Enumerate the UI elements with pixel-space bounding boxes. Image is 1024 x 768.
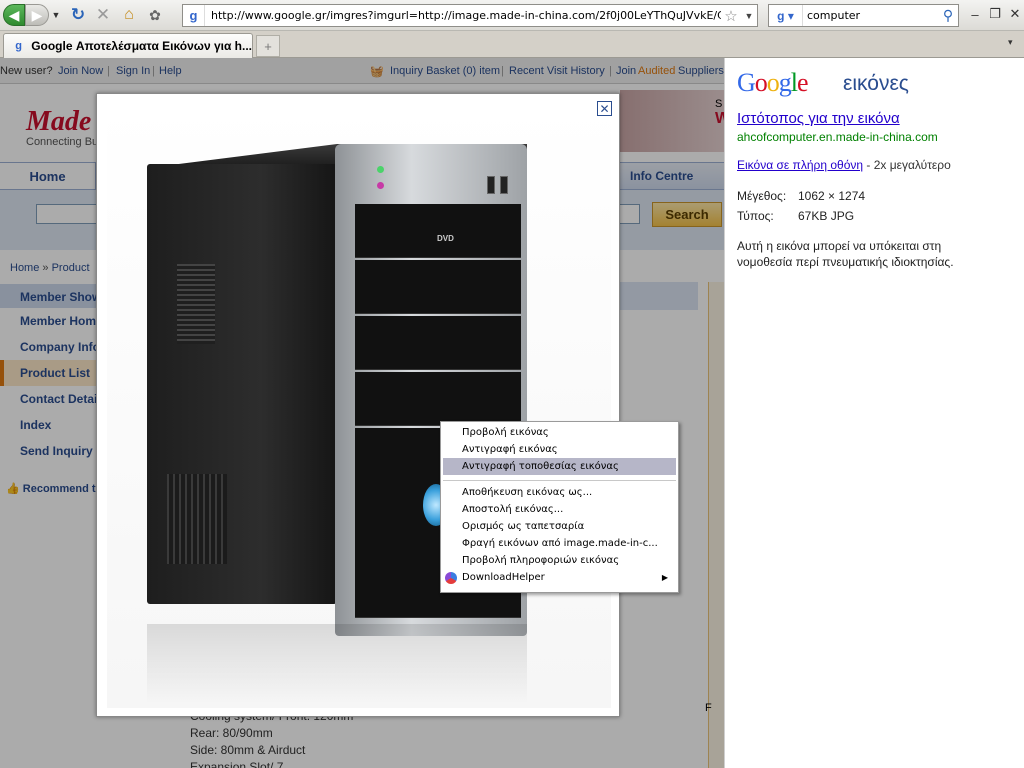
menu-item-copy-image-location[interactable]: Αντιγραφή τοποθεσίας εικόνας bbox=[443, 458, 676, 475]
address-bar[interactable]: g http://www.google.gr/imgres?imgurl=htt… bbox=[182, 4, 758, 27]
image-size-row: Μέγεθος: 1062 × 1274 bbox=[737, 189, 865, 203]
source-site-link[interactable]: Ιστότοπος για την εικόνα bbox=[737, 110, 900, 127]
bookmark-star-icon[interactable]: ☆ bbox=[721, 7, 741, 25]
menu-separator bbox=[443, 480, 676, 481]
tab-google-images[interactable]: g Google Αποτελέσματα Εικόνων για h... bbox=[3, 33, 253, 58]
menu-item-view-image[interactable]: Προβολή εικόνας bbox=[441, 424, 678, 441]
home-icon[interactable]: ⌂ bbox=[118, 4, 140, 26]
source-domain: ahcofcomputer.en.made-in-china.com bbox=[737, 130, 938, 144]
reload-icon[interactable]: ↻ bbox=[68, 4, 88, 26]
google-favicon-icon: g bbox=[15, 40, 22, 52]
type-label: Τύπος: bbox=[737, 209, 774, 223]
menu-item-view-image-info[interactable]: Προβολή πληροφοριών εικόνας bbox=[441, 552, 678, 569]
downloadhelper-icon bbox=[445, 572, 457, 584]
tab-list-icon[interactable]: ▾ bbox=[1008, 37, 1022, 53]
context-menu: Προβολή εικόνας Αντιγραφή εικόνας Αντιγρ… bbox=[440, 421, 679, 593]
google-image-info-pane: Google εικόνες Ιστότοπος για την εικόνα … bbox=[724, 58, 1024, 768]
google-images-label: εικόνες bbox=[843, 72, 909, 95]
dvd-logo: DVD bbox=[437, 234, 454, 243]
type-value: 67KB JPG bbox=[798, 209, 855, 223]
addon-icon[interactable]: ✿ bbox=[145, 4, 165, 26]
search-engine-icon[interactable]: g ▾ bbox=[769, 5, 803, 26]
image-lightbox: DVD ✕ bbox=[96, 93, 620, 717]
menu-item-block-images[interactable]: Φραγή εικόνων από image.made-in-c... bbox=[441, 535, 678, 552]
magnifier-icon[interactable]: ⚲ bbox=[938, 7, 958, 24]
submenu-arrow-icon: ▶ bbox=[661, 573, 668, 582]
fullscreen-image-link[interactable]: Εικόνα σε πλήρη οθόνη bbox=[737, 158, 863, 172]
computer-case-photo[interactable]: DVD bbox=[107, 104, 611, 708]
history-dropdown-icon[interactable]: ▼ bbox=[50, 4, 62, 26]
url-dropdown-icon[interactable]: ▼ bbox=[741, 11, 757, 21]
tab-title: Google Αποτελέσματα Εικόνων για h... bbox=[31, 39, 252, 53]
size-label: Μέγεθος: bbox=[737, 189, 787, 203]
restore-icon[interactable]: ❐ bbox=[986, 5, 1004, 23]
search-bar[interactable]: g ▾ computer ⚲ bbox=[768, 4, 959, 27]
stop-icon[interactable]: ✕ bbox=[93, 4, 113, 26]
search-input[interactable]: computer bbox=[803, 9, 938, 22]
google-logo[interactable]: Google bbox=[737, 68, 809, 98]
fullscreen-row: Εικόνα σε πλήρη οθόνη - 2x μεγαλύτερο bbox=[737, 158, 951, 172]
site-favicon-icon: g bbox=[183, 5, 205, 26]
forward-arrow-icon[interactable]: ▶ bbox=[25, 4, 49, 26]
image-type-row: Τύπος: 67KB JPG bbox=[737, 209, 854, 223]
size-value: 1062 × 1274 bbox=[798, 189, 866, 203]
menu-item-send-image[interactable]: Αποστολή εικόνας... bbox=[441, 501, 678, 518]
new-tab-icon[interactable]: + bbox=[256, 35, 280, 57]
menu-item-copy-image[interactable]: Αντιγραφή εικόνας bbox=[441, 441, 678, 458]
menu-item-save-image-as[interactable]: Αποθήκευση εικόνας ως... bbox=[441, 484, 678, 501]
close-window-icon[interactable]: ✕ bbox=[1006, 5, 1024, 23]
close-icon[interactable]: ✕ bbox=[597, 101, 612, 116]
url-text[interactable]: http://www.google.gr/imgres?imgurl=http:… bbox=[205, 9, 721, 22]
tab-bar: g Google Αποτελέσματα Εικόνων για h... +… bbox=[0, 31, 1024, 58]
copyright-notice: Αυτή η εικόνα μπορεί να υπόκειται στη νο… bbox=[737, 239, 954, 269]
browser-toolbar: ◀ ▶ ▼ ↻ ✕ ⌂ ✿ g http://www.google.gr/img… bbox=[0, 0, 1024, 31]
menu-item-set-as-wallpaper[interactable]: Ορισμός ως ταπετσαρία bbox=[441, 518, 678, 535]
minimize-icon[interactable]: – bbox=[966, 5, 984, 23]
fullscreen-note: - 2x μεγαλύτερο bbox=[863, 158, 951, 172]
back-arrow-icon[interactable]: ◀ bbox=[3, 4, 25, 26]
menu-item-downloadhelper[interactable]: DownloadHelper ▶ bbox=[441, 569, 678, 586]
